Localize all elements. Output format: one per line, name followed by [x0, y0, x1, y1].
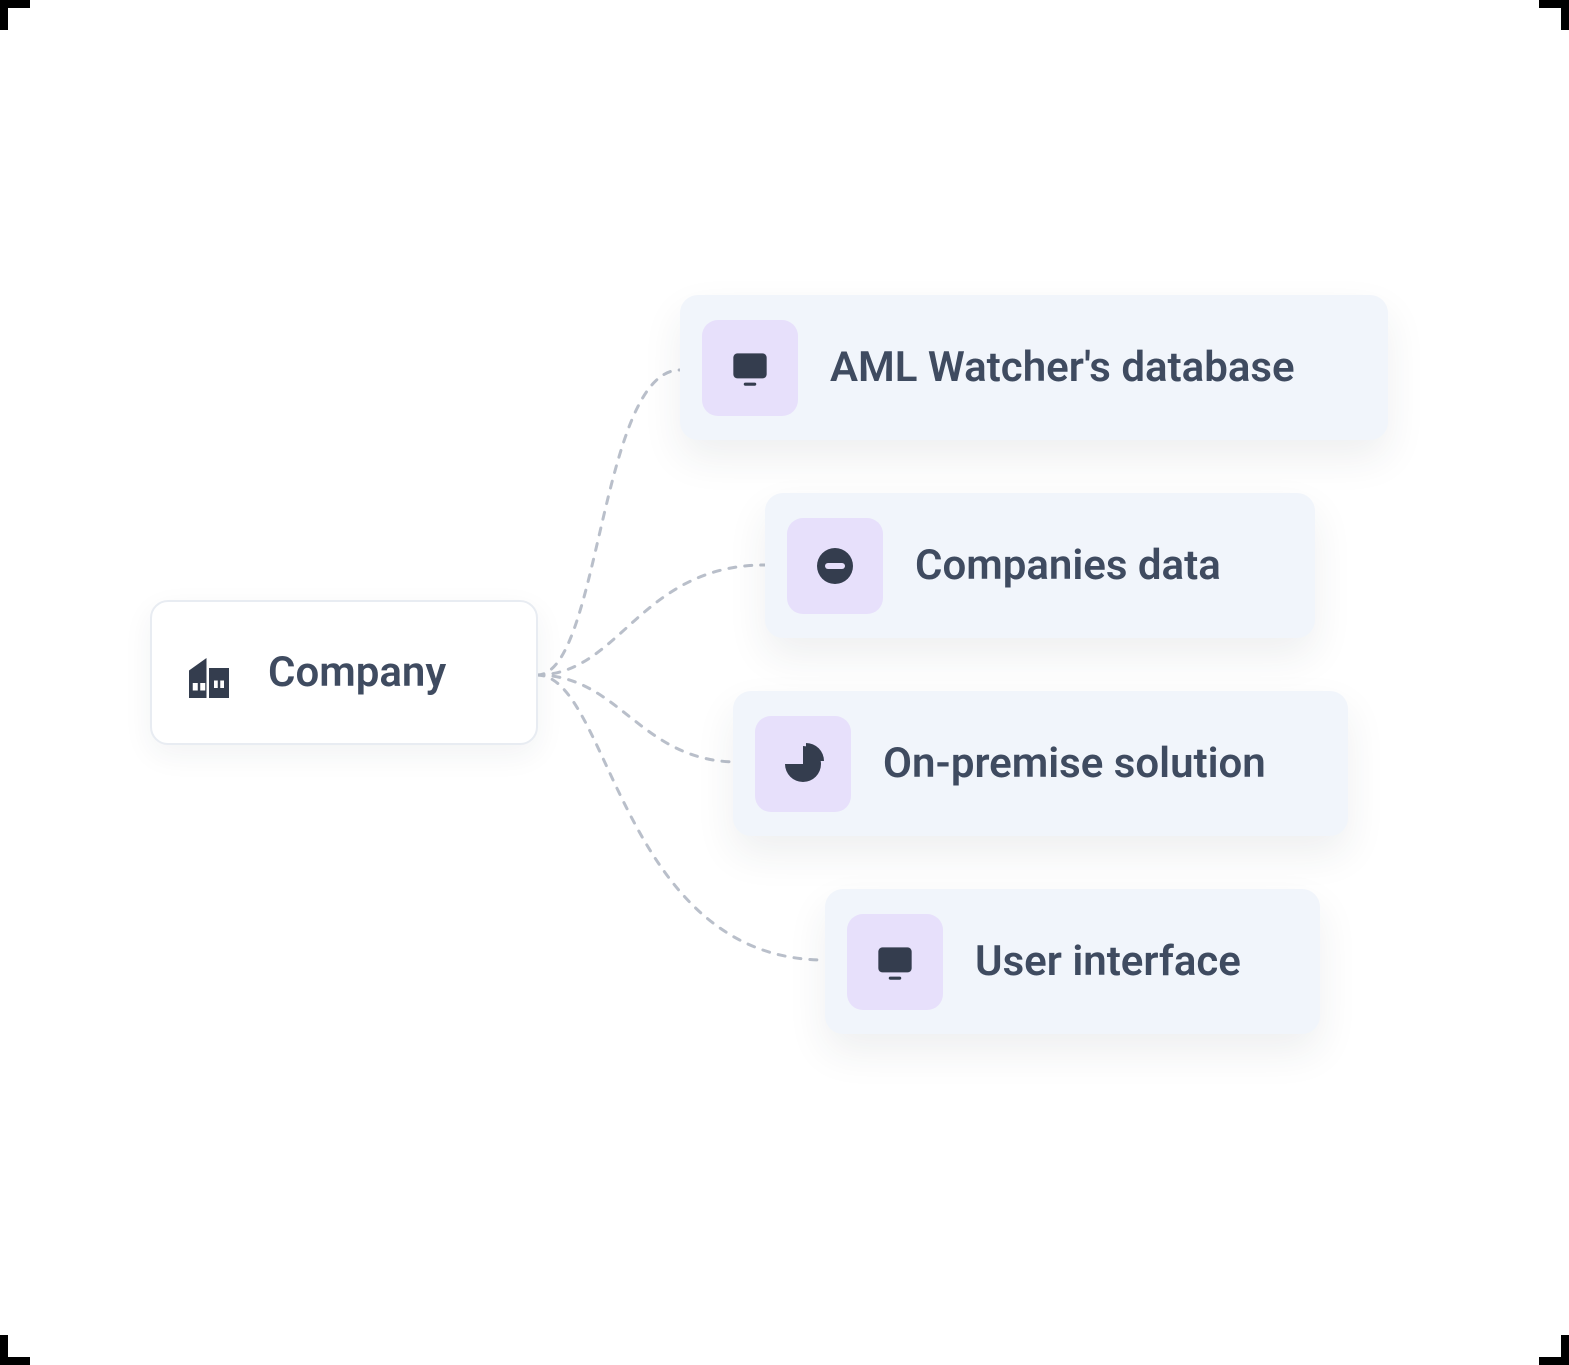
leaf-node-label: Companies data — [915, 541, 1221, 590]
leaf-node-user-interface: User interface — [825, 889, 1320, 1034]
leaf-node-aml-database: AML Watcher's database — [680, 295, 1388, 440]
frame-corner — [1561, 1335, 1569, 1365]
minus-circle-icon — [787, 518, 883, 614]
leaf-node-label: On-premise solution — [883, 739, 1266, 788]
monitor-icon — [702, 320, 798, 416]
root-node-company: Company — [150, 600, 538, 745]
pie-icon — [755, 716, 851, 812]
frame-corner — [0, 1335, 8, 1365]
monitor-icon — [847, 914, 943, 1010]
leaf-node-label: User interface — [975, 937, 1241, 986]
diagram-canvas: Company AML Watcher's database Companies… — [0, 0, 1569, 1365]
leaf-node-on-premise: On-premise solution — [733, 691, 1348, 836]
frame-corner — [0, 0, 30, 8]
building-icon — [174, 638, 244, 708]
root-node-label: Company — [268, 648, 446, 697]
frame-corner — [1539, 0, 1569, 8]
leaf-node-companies-data: Companies data — [765, 493, 1315, 638]
leaf-node-label: AML Watcher's database — [830, 343, 1295, 392]
